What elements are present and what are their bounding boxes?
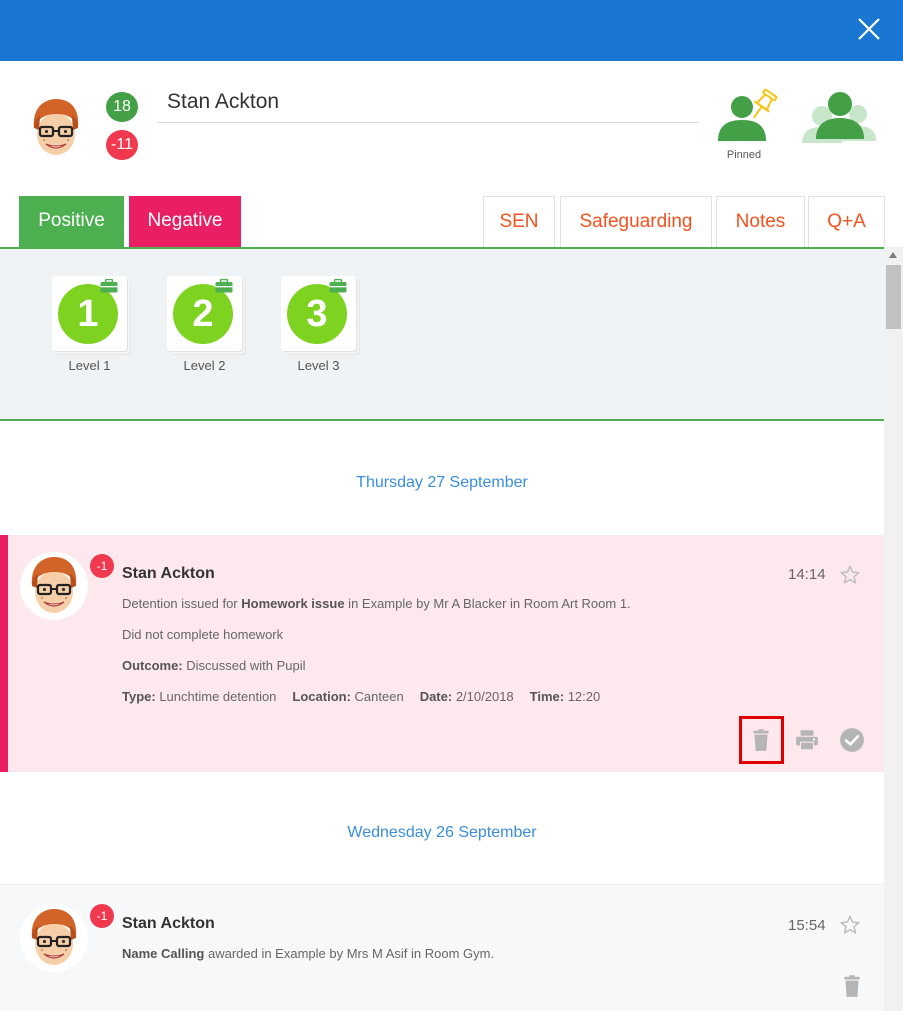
toolbox-icon xyxy=(215,279,233,293)
level-3-button[interactable]: 3 Level 3 xyxy=(281,276,361,381)
top-bar xyxy=(0,0,903,61)
level-label: Level 3 xyxy=(297,358,340,373)
behaviour-name: Name Calling xyxy=(122,946,205,961)
event-note: Did not complete homework xyxy=(122,627,284,642)
level-2-button[interactable]: 2 Level 2 xyxy=(167,276,247,381)
event-time: 15:54 xyxy=(788,917,826,934)
trash-icon[interactable] xyxy=(839,973,865,999)
event-meta: Type: Lunchtime detention Location: Cante… xyxy=(122,689,601,704)
event-outcome: Outcome: Discussed with Pupil xyxy=(122,658,306,673)
behaviour-name: Homework issue xyxy=(241,596,345,611)
student-header: 18 -11 Stan Ackton Pinned xyxy=(0,61,903,196)
event-description: Name Calling awarded in Example by Mrs M… xyxy=(122,946,495,961)
positive-points-badge: 18 xyxy=(106,92,138,122)
level-card: 3 xyxy=(281,276,356,351)
toolbox-icon xyxy=(100,279,118,293)
trash-icon[interactable] xyxy=(748,727,774,753)
star-icon[interactable] xyxy=(839,564,861,586)
level-label: Level 2 xyxy=(183,358,226,373)
print-icon[interactable] xyxy=(794,727,820,753)
event-student-name: Stan Ackton xyxy=(122,915,215,932)
star-icon[interactable] xyxy=(839,914,861,936)
tab-safeguarding[interactable]: Safeguarding xyxy=(560,196,712,247)
scrollbar[interactable] xyxy=(884,247,903,1011)
points-badge: -1 xyxy=(90,904,114,928)
student-name-field[interactable]: Stan Ackton xyxy=(158,87,698,123)
level-number: 3 xyxy=(287,284,347,344)
scroll-thumb[interactable] xyxy=(886,265,901,329)
check-circle-icon[interactable] xyxy=(839,727,865,753)
tab-qa[interactable]: Q+A xyxy=(808,196,885,247)
date-heading: Thursday 27 September xyxy=(356,474,528,491)
level-1-button[interactable]: 1 Level 1 xyxy=(52,276,132,381)
event-student-name: Stan Ackton xyxy=(122,565,215,582)
tab-notes[interactable]: Notes xyxy=(716,196,805,247)
toolbox-icon xyxy=(329,279,347,293)
event-description: Detention issued for Homework issue in E… xyxy=(122,596,631,611)
group-icon[interactable] xyxy=(800,87,876,145)
timeline-event: -1 Stan Ackton 15:54 Name Calling awarde… xyxy=(0,884,884,1011)
event-time: 14:14 xyxy=(788,566,826,583)
tab-sen[interactable]: SEN xyxy=(483,196,555,247)
event-avatar xyxy=(20,904,88,972)
student-avatar xyxy=(22,94,90,162)
pin-button[interactable]: Pinned xyxy=(712,83,796,163)
date-heading: Wednesday 26 September xyxy=(347,824,537,841)
tab-positive[interactable]: Positive xyxy=(19,196,124,247)
level-card: 1 xyxy=(52,276,127,351)
tab-negative[interactable]: Negative xyxy=(129,196,241,247)
level-number: 2 xyxy=(173,284,233,344)
pin-icon xyxy=(718,88,778,141)
level-card: 2 xyxy=(167,276,242,351)
close-icon[interactable] xyxy=(853,13,885,45)
pinned-label: Pinned xyxy=(726,149,762,161)
points-badge: -1 xyxy=(90,554,114,578)
scroll-up-icon[interactable] xyxy=(889,252,897,258)
behaviour-levels-panel: 1 Level 1 2 Level 2 3 Level 3 xyxy=(0,247,884,421)
level-label: Level 1 xyxy=(68,358,111,373)
timeline-event: -1 Stan Ackton 14:14 Detention issued fo… xyxy=(0,535,884,772)
event-avatar xyxy=(20,552,88,620)
level-number: 1 xyxy=(58,284,118,344)
negative-points-badge: -11 xyxy=(106,130,138,160)
